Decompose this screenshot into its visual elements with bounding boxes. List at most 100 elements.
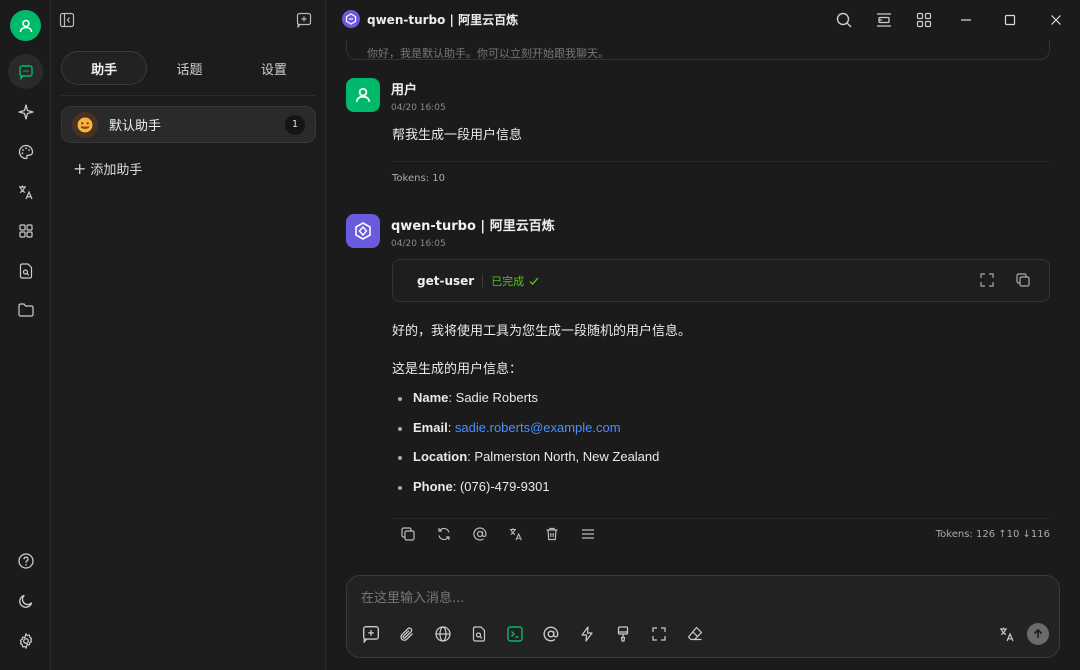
lightning-icon	[581, 626, 593, 642]
expand-icon[interactable]	[979, 272, 995, 288]
field-value: Palmerston North, New Zealand	[474, 449, 660, 464]
assistant-panel: 助手 话题 设置 默认助手 1 + 添加助手	[51, 0, 326, 670]
bot-message-avatar	[346, 214, 380, 248]
message-actions	[398, 524, 598, 544]
delete-message-button[interactable]	[542, 524, 562, 544]
sparkle-icon	[17, 103, 34, 120]
copy-message-button[interactable]	[398, 524, 418, 544]
user-message-avatar	[346, 78, 380, 112]
gear-icon	[19, 632, 32, 649]
new-chat-icon	[296, 12, 312, 28]
mention-model-button[interactable]	[470, 524, 490, 544]
translate-icon	[18, 185, 33, 199]
chat-nav-button[interactable]	[8, 54, 43, 89]
globe-icon	[435, 626, 451, 642]
qwen-logo-icon	[355, 222, 371, 240]
new-topic-button[interactable]	[292, 8, 316, 32]
grid-icon	[916, 12, 932, 28]
message-composer	[346, 575, 1060, 658]
list-item: Email: sadie.roberts@example.com	[392, 420, 659, 450]
more-actions-button[interactable]	[578, 524, 598, 544]
maximize-button[interactable]	[998, 8, 1022, 32]
close-icon	[1051, 15, 1061, 25]
field-value: (076)-479-9301	[459, 478, 550, 494]
mcp-tools-button[interactable]	[505, 624, 525, 644]
list-item: Location: Palmerston North, New Zealand	[392, 449, 659, 479]
files-search-nav-button[interactable]	[8, 253, 43, 288]
regenerate-button[interactable]	[434, 524, 454, 544]
previous-message-card: 你好，我是默认助手。你可以立刻开始跟我聊天。	[346, 40, 1050, 60]
new-topic-tool-button[interactable]	[361, 624, 381, 644]
app-window: 助手 话题 设置 默认助手 1 + 添加助手 qwen-turbo | 阿里云百…	[0, 0, 1080, 670]
paperclip-icon	[400, 627, 413, 641]
tab-settings[interactable]: 设置	[232, 51, 316, 85]
web-search-button[interactable]	[433, 624, 453, 644]
file-search-icon	[19, 262, 32, 279]
user-icon	[19, 19, 32, 32]
user-info-list: Name: Sadie Roberts Email: sadie.roberts…	[392, 390, 659, 508]
search-button[interactable]	[832, 8, 856, 32]
tool-call-card[interactable]: get-user 已完成	[392, 259, 1050, 302]
attach-button[interactable]	[397, 624, 417, 644]
send-button[interactable]	[1027, 623, 1049, 645]
model-title: qwen-turbo | 阿里云百炼	[367, 12, 519, 27]
paint-nav-button[interactable]	[8, 134, 43, 169]
model-selector[interactable]: qwen-turbo | 阿里云百炼	[342, 10, 518, 28]
chat-icon	[18, 64, 33, 80]
quick-phrases-button[interactable]	[577, 624, 597, 644]
collapse-sidebar-button[interactable]	[55, 8, 79, 32]
topic-count-badge: 1	[285, 114, 305, 135]
clear-style-button[interactable]	[613, 624, 633, 644]
list-item: Phone: (076)-479-9301	[392, 479, 659, 509]
fullscreen-button[interactable]	[649, 624, 669, 644]
menu-icon	[582, 529, 594, 539]
translate-message-button[interactable]	[506, 524, 526, 544]
palette-icon	[18, 144, 33, 159]
copy-icon[interactable]	[1015, 272, 1031, 288]
tab-assistants[interactable]: 助手	[61, 51, 148, 85]
translate-nav-button[interactable]	[8, 174, 43, 209]
minimize-button[interactable]	[954, 8, 978, 32]
message-input[interactable]	[361, 588, 1041, 608]
plus-icon: +	[73, 158, 87, 178]
file-search-icon	[472, 626, 486, 642]
moon-icon	[18, 594, 32, 608]
assistant-avatar	[72, 111, 98, 138]
previous-message-text: 你好，我是默认助手。你可以立刻开始跟我聊天。	[367, 47, 609, 60]
user-message-time: 04/20 16:05	[391, 103, 446, 113]
close-button[interactable]	[1044, 8, 1068, 32]
mention-button[interactable]	[541, 624, 561, 644]
add-assistant-button[interactable]: + 添加助手	[73, 159, 142, 178]
translate-input-button[interactable]	[997, 624, 1017, 644]
minapps-button[interactable]	[912, 8, 936, 32]
agents-nav-button[interactable]	[8, 94, 43, 129]
at-icon	[543, 626, 559, 642]
maximize-icon	[1004, 14, 1016, 26]
bot-intro-text: 好的，我将使用工具为您生成一段随机的用户信息。	[392, 324, 692, 339]
user-avatar[interactable]	[10, 10, 41, 41]
composer-toolbar	[361, 624, 705, 644]
eraser-icon	[687, 626, 703, 641]
help-button[interactable]	[8, 543, 43, 578]
bot-token-count: Tokens: 126 ↑10 ↓116	[935, 529, 1050, 540]
sidebar-collapse-icon	[59, 12, 75, 28]
tool-name: get-user	[417, 273, 475, 288]
field-label: Name	[413, 390, 449, 405]
knowledge-base-button[interactable]	[469, 624, 489, 644]
assistant-item-default[interactable]: 默认助手 1	[61, 106, 316, 143]
settings-button[interactable]	[8, 623, 43, 658]
brush-icon	[617, 626, 629, 642]
email-link[interactable]: sadie.roberts@example.com	[455, 420, 621, 435]
new-chat-icon	[363, 626, 379, 643]
apps-nav-button[interactable]	[8, 213, 43, 248]
message-divider	[392, 161, 1050, 162]
search-icon	[836, 12, 852, 28]
panel-tabs: 助手 话题 设置	[61, 51, 316, 85]
bot-lead-text: 这是生成的用户信息：	[392, 362, 523, 377]
theme-toggle-button[interactable]	[8, 583, 43, 618]
field-label: Phone	[413, 478, 453, 494]
tab-topics[interactable]: 话题	[147, 51, 231, 85]
layout-toggle-button[interactable]	[872, 8, 896, 32]
folder-nav-button[interactable]	[8, 292, 43, 327]
clear-input-button[interactable]	[685, 624, 705, 644]
